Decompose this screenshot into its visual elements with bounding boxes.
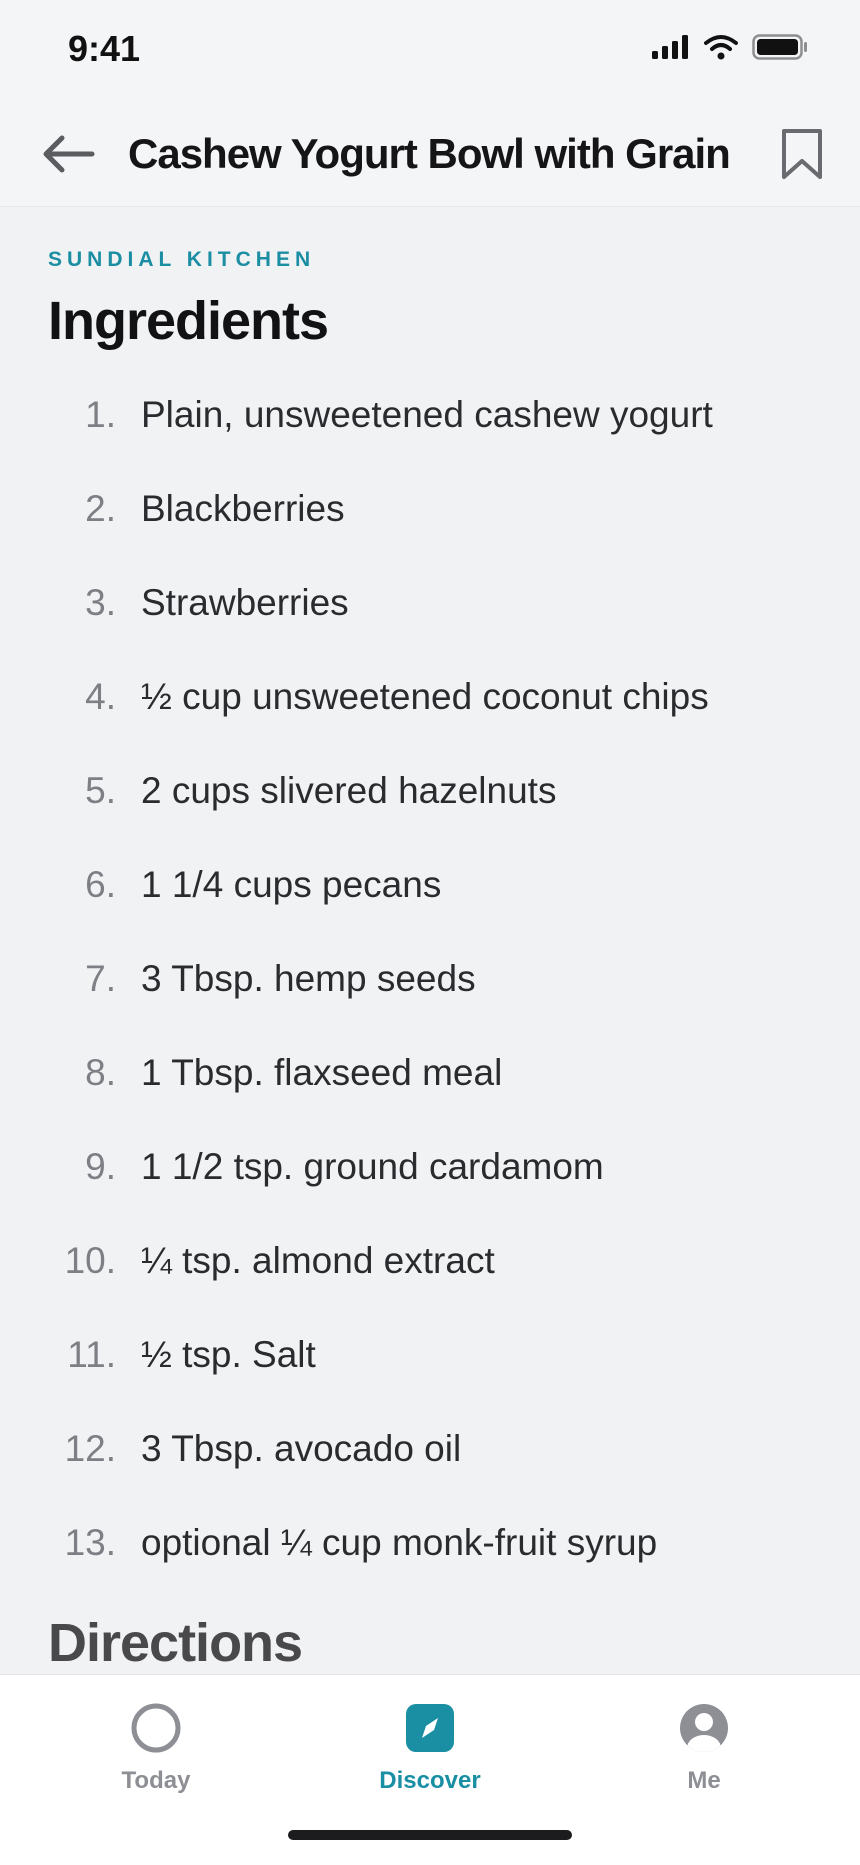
ingredient-item: 6. 1 1/4 cups pecans	[0, 856, 860, 950]
cellular-signal-icon	[652, 35, 688, 59]
ingredient-number: 5.	[85, 770, 116, 811]
ingredient-item: 2. Blackberries	[0, 480, 860, 574]
tab-discover[interactable]: Discover	[330, 1701, 530, 1811]
ingredient-item: 9. 1 1/2 tsp. ground cardamom	[0, 1138, 860, 1232]
ingredient-text: 1 1/4 cups pecans	[141, 864, 442, 905]
profile-icon	[680, 1704, 728, 1752]
compass-icon	[406, 1704, 454, 1752]
ingredient-number: 4.	[85, 676, 116, 717]
ingredient-text: Blackberries	[141, 488, 345, 529]
navigation-bar: Cashew Yogurt Bowl with Grain	[0, 100, 860, 207]
tab-label: Discover	[379, 1767, 481, 1794]
ingredient-number: 8.	[85, 1052, 116, 1093]
ingredient-text: Strawberries	[141, 582, 349, 623]
wifi-icon	[704, 35, 738, 60]
ingredient-number: 2.	[85, 488, 116, 529]
ingredient-number: 11.	[67, 1334, 116, 1375]
ingredient-item: 10. ¼ tsp. almond extract	[0, 1232, 860, 1326]
ingredient-item: 13. optional ¼ cup monk-fruit syrup	[0, 1514, 860, 1608]
status-bar: 9:41	[0, 0, 860, 100]
ingredient-item: 12. 3 Tbsp. avocado oil	[0, 1420, 860, 1514]
ingredient-text: 2 cups slivered hazelnuts	[141, 770, 557, 811]
ingredient-text: 1 Tbsp. flaxseed meal	[141, 1052, 503, 1093]
directions-heading: Directions	[48, 1613, 303, 1673]
ingredient-text: 1 1/2 tsp. ground cardamom	[141, 1146, 604, 1187]
bookmark-icon	[782, 129, 822, 179]
ingredient-item: 11. ½ tsp. Salt	[0, 1326, 860, 1420]
ingredient-item: 1. Plain, unsweetened cashew yogurt	[0, 386, 860, 480]
home-indicator[interactable]	[288, 1830, 572, 1840]
recipe-content[interactable]: SUNDIAL KITCHEN Ingredients 1. Plain, uns…	[0, 206, 860, 1674]
ingredient-number: 9.	[85, 1146, 116, 1187]
arrow-left-icon	[43, 135, 95, 173]
ingredient-text: optional ¼ cup monk-fruit syrup	[141, 1522, 658, 1563]
ingredient-item: 8. 1 Tbsp. flaxseed meal	[0, 1044, 860, 1138]
tab-label: Today	[121, 1767, 191, 1794]
ingredient-item: 7. 3 Tbsp. hemp seeds	[0, 950, 860, 1044]
ingredient-text: ¼ tsp. almond extract	[141, 1240, 495, 1281]
page-title: Cashew Yogurt Bowl with Grain	[128, 130, 731, 177]
ingredient-number: 10.	[64, 1240, 116, 1281]
ingredient-number: 13.	[64, 1522, 116, 1563]
ingredient-item: 3. Strawberries	[0, 574, 860, 668]
ingredient-text: ½ tsp. Salt	[141, 1334, 316, 1375]
tab-me[interactable]: Me	[604, 1701, 804, 1811]
bookmark-button[interactable]	[774, 122, 830, 186]
ingredient-item: 5. 2 cups slivered hazelnuts	[0, 762, 860, 856]
ingredient-item: 4. ½ cup unsweetened coconut chips	[0, 668, 860, 762]
ingredient-number: 1.	[85, 394, 116, 435]
battery-icon	[752, 34, 807, 60]
ingredient-number: 12.	[64, 1428, 116, 1469]
status-icons	[652, 34, 808, 60]
ingredient-number: 3.	[85, 582, 116, 623]
ingredient-text: Plain, unsweetened cashew yogurt	[141, 394, 713, 435]
ingredient-number: 7.	[85, 958, 116, 999]
tab-today[interactable]: Today	[56, 1701, 256, 1811]
circle-icon	[131, 1703, 181, 1753]
back-button[interactable]	[36, 126, 100, 182]
ingredient-text: 3 Tbsp. hemp seeds	[141, 958, 476, 999]
ingredient-text: 3 Tbsp. avocado oil	[141, 1428, 462, 1469]
status-time: 9:41	[68, 28, 141, 69]
ingredients-heading: Ingredients	[48, 291, 329, 351]
ingredient-number: 6.	[85, 864, 116, 905]
ingredient-text: ½ cup unsweetened coconut chips	[141, 676, 709, 717]
ingredients-list: 1. Plain, unsweetened cashew yogurt 2. Blac…	[0, 386, 860, 1608]
tab-label: Me	[687, 1767, 721, 1794]
recipe-source: SUNDIAL KITCHEN	[48, 248, 316, 271]
